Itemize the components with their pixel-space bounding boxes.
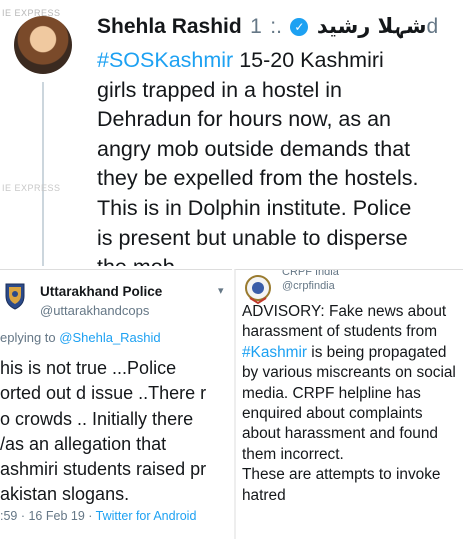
- chevron-down-icon[interactable]: ▾: [218, 284, 224, 297]
- tweet-line: the mob.: [97, 255, 181, 266]
- avatar[interactable]: [14, 16, 72, 74]
- separator-dots: .:: [270, 15, 282, 38]
- tweet-line: girls trapped in a hostel in: [97, 77, 343, 102]
- tweet-header: Shehla Rashid شہلا رشید ✓ .: 1d: [97, 14, 457, 42]
- tweet-text: #SOSKashmir 15-20 Kashmiri girls trapped…: [97, 46, 457, 266]
- tweet-meta: :59 · 16 Feb 19 · Twitter for Android: [0, 509, 196, 523]
- author-name[interactable]: CRPF India: [282, 270, 339, 278]
- tweet-line: is present but unable to disperse: [97, 225, 408, 250]
- tweet-text: ADVISORY: Fake news about harassment of …: [242, 302, 463, 506]
- police-emblem-icon[interactable]: [2, 282, 28, 310]
- author-name[interactable]: Shehla Rashid: [97, 15, 242, 38]
- tweet-source-link[interactable]: Twitter for Android: [96, 509, 197, 523]
- tweet-text-part: These are attempts to invoke hatred: [242, 466, 441, 504]
- tweet-text-part: ADVISORY: Fake news about harassment of …: [242, 303, 447, 341]
- author-name[interactable]: Uttarakhand Police: [40, 284, 162, 299]
- tweet-line: This is in Dolphin institute. Police: [97, 195, 412, 220]
- watermark: IE EXPRESS: [2, 183, 61, 193]
- tweet-line: they be expelled from the hostels.: [97, 166, 419, 191]
- police-tweet[interactable]: Uttarakhand Police @uttarakhandcops ▾ ep…: [0, 269, 232, 539]
- tweet-line: o crowds .. Initially there: [0, 408, 194, 429]
- tweet-text: his is not true ...Police orted out d is…: [0, 356, 232, 508]
- tweet-text-part: is being propagated by various miscreant…: [242, 343, 456, 463]
- author-handle[interactable]: @uttarakhandcops: [40, 303, 149, 318]
- tweet-timestamp[interactable]: :59 · 16 Feb 19 ·: [0, 509, 96, 523]
- tweet-line: Dehradun for hours now, as an: [97, 107, 392, 132]
- author-handle[interactable]: @crpfindia: [282, 280, 335, 292]
- verified-badge-icon: ✓: [290, 18, 309, 36]
- thread-line: [42, 82, 44, 266]
- tweet-line: his is not true ...Police: [0, 358, 177, 378]
- tweet-line: orted out d issue ..There r: [0, 383, 207, 404]
- author-name-urdu[interactable]: شہلا رشید: [317, 14, 427, 38]
- replying-to-label: eplying to: [0, 330, 60, 345]
- hashtag-link[interactable]: #Kashmir: [242, 344, 307, 361]
- tweet-line: /as an allegation that: [0, 433, 167, 454]
- crpf-emblem-icon[interactable]: [244, 274, 272, 304]
- tweet-line: angry mob outside demands that: [97, 136, 411, 161]
- mention-link[interactable]: @Shehla_Rashid: [59, 330, 160, 345]
- crpf-tweet[interactable]: CRPF India @crpfindia ADVISORY: Fake new…: [234, 269, 463, 539]
- tweet-line: akistan slogans.: [0, 484, 130, 505]
- tweet-line: 15-20 Kashmiri: [233, 48, 384, 72]
- replying-to: eplying to @Shehla_Rashid: [0, 330, 161, 345]
- tweet-line: ashmiri students raised pr: [0, 459, 207, 480]
- hashtag-link[interactable]: #SOSKashmir: [97, 48, 233, 72]
- main-tweet[interactable]: IE EXPRESS Shehla Rashid شہلا رشید ✓ .: …: [0, 0, 463, 266]
